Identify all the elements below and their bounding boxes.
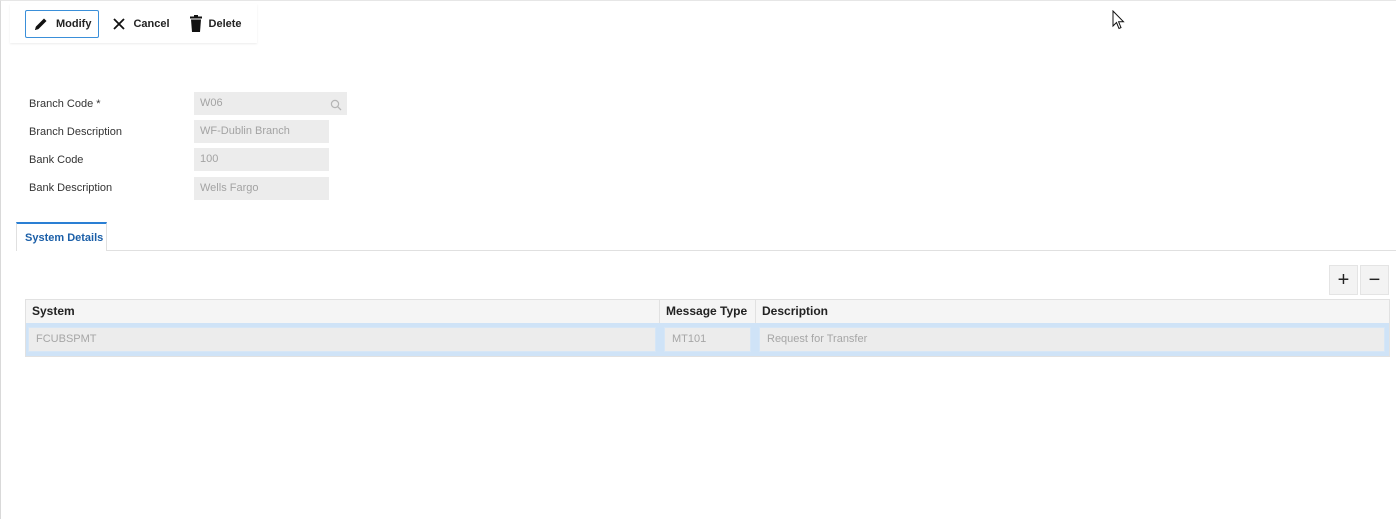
column-header-message-type[interactable]: Message Type bbox=[660, 300, 756, 323]
plus-icon: + bbox=[1337, 268, 1350, 291]
bank-code-field[interactable]: 100 bbox=[194, 148, 329, 171]
bank-description-value: Wells Fargo bbox=[200, 182, 259, 194]
table-header: System Message Type Description bbox=[26, 300, 1389, 323]
toolbar: Modify Cancel Delete bbox=[10, 4, 257, 43]
tab-system-details[interactable]: System Details bbox=[16, 222, 107, 251]
delete-label: Delete bbox=[208, 17, 242, 30]
table-row[interactable]: FCUBSPMT MT101 Request for Transfer bbox=[26, 323, 1389, 356]
trash-icon bbox=[189, 15, 202, 32]
add-row-button[interactable]: + bbox=[1329, 265, 1358, 295]
branch-description-value: WF-Dublin Branch bbox=[200, 125, 290, 137]
system-cell[interactable]: FCUBSPMT bbox=[28, 327, 656, 352]
cancel-button[interactable]: Cancel bbox=[105, 10, 176, 38]
remove-row-button[interactable]: − bbox=[1360, 265, 1389, 295]
branch-code-value: W06 bbox=[200, 97, 223, 109]
system-details-table: System Message Type Description FCUBSPMT… bbox=[25, 299, 1390, 357]
description-cell[interactable]: Request for Transfer bbox=[759, 327, 1385, 352]
mouse-cursor-icon bbox=[1112, 9, 1125, 33]
bank-description-field[interactable]: Wells Fargo bbox=[194, 177, 329, 200]
tab-divider bbox=[106, 250, 1396, 251]
branch-description-label: Branch Description bbox=[29, 126, 122, 138]
message-type-cell[interactable]: MT101 bbox=[664, 327, 751, 352]
bank-description-label: Bank Description bbox=[29, 182, 113, 194]
modify-label: Modify bbox=[56, 17, 92, 30]
minus-icon: − bbox=[1368, 268, 1381, 291]
close-icon bbox=[112, 17, 126, 31]
bank-code-label: Bank Code bbox=[29, 154, 84, 166]
app-frame: Modify Cancel Delete Branch Code * W06 B… bbox=[0, 0, 1396, 519]
bank-code-value: 100 bbox=[200, 153, 219, 165]
cancel-label: Cancel bbox=[133, 17, 170, 30]
branch-code-label: Branch Code * bbox=[29, 98, 101, 110]
branch-code-field[interactable]: W06 bbox=[194, 92, 347, 115]
pencil-icon bbox=[33, 16, 49, 32]
branch-description-field[interactable]: WF-Dublin Branch bbox=[194, 120, 329, 143]
column-header-system[interactable]: System bbox=[26, 300, 660, 323]
modify-button[interactable]: Modify bbox=[25, 9, 100, 38]
search-icon[interactable] bbox=[330, 97, 342, 120]
column-header-description[interactable]: Description bbox=[756, 300, 1389, 323]
tab-label: System Details bbox=[25, 231, 104, 244]
delete-button[interactable]: Delete bbox=[183, 10, 249, 38]
